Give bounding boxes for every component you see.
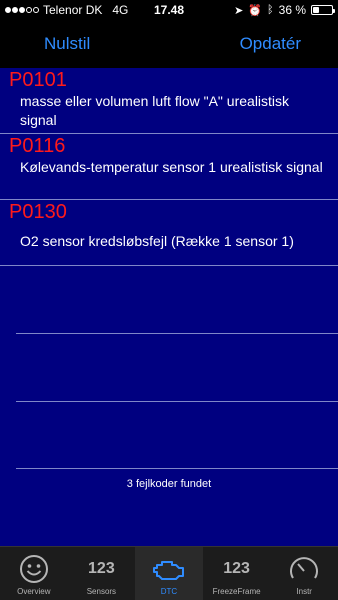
status-left: Telenor DK 4G [5,3,234,17]
signal-strength-icon [5,7,39,13]
engine-icon [151,553,187,585]
row-divider [16,333,338,334]
tab-label: Sensors [86,587,117,596]
carrier-name: Telenor DK [43,3,103,17]
codes-found-text: 3 fejlkoder fundet [126,478,212,490]
smiley-icon [19,553,49,585]
reset-button[interactable]: Nulstil [44,34,90,54]
tab-overview[interactable]: Overview [0,547,68,600]
location-icon: ➤ [234,4,244,17]
dtc-code: P0116 [9,135,66,157]
tab-instr[interactable]: Instr [270,547,338,600]
network-type: 4G [112,3,129,17]
dtc-description: masse eller volumen luft flow "A" ureali… [20,93,290,128]
row-divider [16,468,338,469]
numbers-icon-text: 123 [223,560,250,577]
tab-label: Instr [296,587,312,596]
numbers-icon: 123 [88,553,115,585]
dtc-row[interactable]: P0101 masse eller volumen luft flow "A" … [0,68,338,134]
dtc-code: P0130 [9,201,67,223]
battery-level [313,7,320,13]
alarm-icon: ⏰ [248,4,263,17]
dtc-row[interactable]: P0130 O2 sensor kredsløbsfejl (Række 1 s… [0,200,338,266]
tab-label: Overview [17,587,51,596]
tab-bar: Overview 123 Sensors DTC 123 FreezeFrame… [0,546,338,600]
battery-icon [311,5,335,15]
tab-label: DTC [160,587,178,596]
dtc-row[interactable]: P0116 Kølevands-temperatur sensor 1 urea… [0,134,338,200]
numbers-icon-text: 123 [88,560,115,577]
tab-label: FreezeFrame [212,587,261,596]
status-right: ➤ ⏰ ᛒ 36 % [234,3,335,17]
gauge-icon [288,553,320,585]
dtc-code: P0101 [9,69,67,91]
status-bar: Telenor DK 4G 17.48 ➤ ⏰ ᛒ 36 % [0,0,338,20]
dtc-list: P0101 masse eller volumen luft flow "A" … [0,68,338,546]
battery-percent: 36 % [278,3,306,17]
row-divider [16,401,338,402]
numbers-icon: 123 [223,553,250,585]
dtc-description: Kølevands-temperatur sensor 1 urealistis… [20,159,323,175]
tab-dtc[interactable]: DTC [135,547,203,600]
tab-freezeframe[interactable]: 123 FreezeFrame [203,547,271,600]
bluetooth-icon: ᛒ [267,4,274,16]
nav-bar: Nulstil Opdatér [0,20,338,68]
tab-sensors[interactable]: 123 Sensors [68,547,136,600]
dtc-description: O2 sensor kredsløbsfejl (Række 1 sensor … [20,233,294,249]
refresh-button[interactable]: Opdatér [240,34,301,54]
